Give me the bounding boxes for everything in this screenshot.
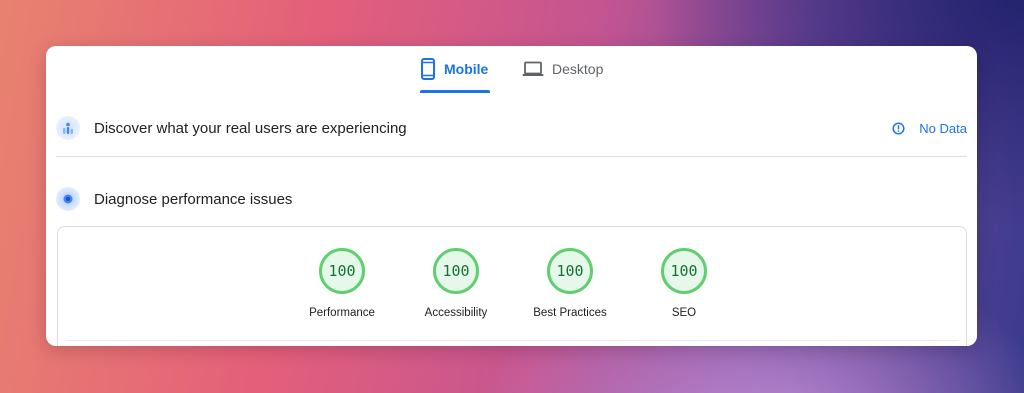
tab-desktop[interactable]: Desktop: [522, 46, 603, 92]
diagnose-icon: [56, 187, 80, 211]
no-data-label: No Data: [919, 120, 967, 136]
gauge-accessibility[interactable]: 100 Accessibility: [401, 248, 511, 319]
score-ring: 100: [661, 248, 707, 294]
panel-divider: [66, 340, 958, 341]
smartphone-icon: [420, 58, 436, 80]
active-tab-indicator: [420, 90, 490, 93]
gauge-label: SEO: [671, 307, 697, 319]
score-ring: 100: [319, 248, 365, 294]
device-tabs: Mobile Desktop: [46, 46, 977, 94]
info-icon: [892, 121, 905, 135]
scores-panel: 100 Performance 100 Accessibility 100 Be…: [57, 226, 967, 346]
score-value: 100: [670, 262, 698, 280]
gauge-performance[interactable]: 100 Performance: [287, 248, 397, 319]
tab-mobile-label: Mobile: [444, 61, 489, 77]
gauge-label: Accessibility: [424, 307, 488, 319]
laptop-icon: [522, 61, 544, 77]
score-ring: 100: [433, 248, 479, 294]
tab-desktop-label: Desktop: [552, 61, 604, 77]
gauge-label: Performance: [309, 307, 375, 319]
gauge-seo[interactable]: 100 SEO: [629, 248, 739, 319]
lab-data-section: Diagnose performance issues: [56, 177, 967, 221]
field-data-section: Discover what your real users are experi…: [56, 106, 967, 157]
lab-data-title: Diagnose performance issues: [94, 190, 293, 208]
score-value: 100: [328, 262, 356, 280]
score-value: 100: [442, 262, 470, 280]
score-ring: 100: [547, 248, 593, 294]
gauge-best-practices[interactable]: 100 Best Practices: [515, 248, 625, 319]
users-chart-icon: [56, 116, 80, 140]
no-data-status[interactable]: No Data: [892, 121, 967, 136]
score-value: 100: [556, 262, 584, 280]
report-card: Mobile Desktop Discover what your real u…: [46, 46, 977, 346]
field-data-title: Discover what your real users are experi…: [94, 119, 407, 137]
gauge-label: Best Practices: [533, 307, 607, 319]
tab-mobile[interactable]: Mobile: [420, 46, 490, 93]
